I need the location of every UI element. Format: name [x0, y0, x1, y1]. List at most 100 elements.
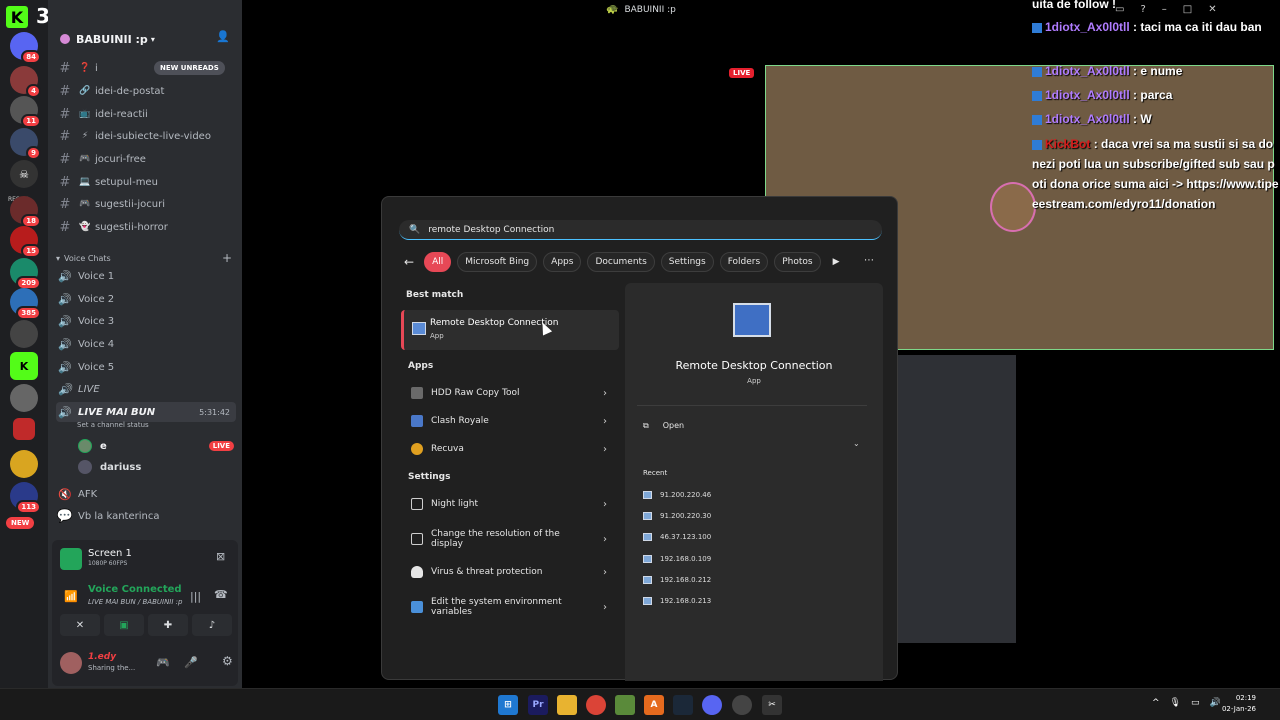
filter-documents[interactable]: Documents — [587, 252, 655, 272]
voice-member[interactable]: dariuss — [78, 457, 236, 477]
settings-result[interactable]: Edit the system environment variables › — [403, 593, 617, 621]
camera-off-icon[interactable]: ✕ — [60, 614, 100, 636]
recent-item[interactable]: 91.200.220.30 — [643, 512, 711, 520]
server-icon[interactable]: 209 — [10, 258, 41, 290]
voice-channel-item[interactable]: 🔊 Voice 4 — [56, 334, 236, 354]
filter-folders[interactable]: Folders — [719, 252, 769, 272]
microphone-icon[interactable]: 🎤 — [184, 656, 198, 669]
tray-chevron-icon[interactable]: ^ — [1152, 698, 1160, 708]
server-icon[interactable]: 385 — [10, 288, 41, 320]
voice-channel-item[interactable]: 🔊 Voice 5 — [56, 357, 236, 377]
soundboard-icon[interactable]: ♪ — [192, 614, 232, 636]
app-icon[interactable]: A — [644, 695, 664, 715]
settings-result[interactable]: Virus & threat protection › — [403, 558, 617, 586]
folder-icon[interactable] — [13, 418, 35, 440]
avatar[interactable] — [60, 652, 82, 674]
filter-all[interactable]: All — [424, 252, 452, 272]
screen-share-button[interactable]: ▣ — [104, 614, 144, 636]
chevron-down-icon[interactable]: ⌄ — [853, 439, 860, 448]
live-badge: LIVE — [208, 441, 234, 451]
settings-result[interactable]: Night light › — [403, 490, 617, 518]
minecraft-icon[interactable] — [615, 695, 635, 715]
channel-item[interactable]: # ⚡ idei-subiecte-live-video — [56, 126, 236, 146]
server-icon[interactable] — [10, 450, 38, 478]
add-member-icon[interactable]: 👤 — [216, 30, 230, 43]
skull-server-icon[interactable]: ☠ — [10, 160, 38, 188]
monitor-icon — [411, 533, 423, 545]
voice-channel-item[interactable]: 🔊 LIVE — [56, 379, 236, 399]
channel-item[interactable]: # 🎮 jocuri-free — [56, 149, 236, 169]
chevron-right-icon: › — [603, 566, 607, 578]
network-icon[interactable]: ▭ — [1191, 698, 1200, 708]
voice-location[interactable]: LIVE MAI BUN / BABUINII :p — [88, 598, 182, 606]
channel-item[interactable]: # 💻 setupul-meu — [56, 172, 236, 192]
filter-photos[interactable]: Photos — [774, 252, 821, 272]
disconnect-icon[interactable]: ☎ — [214, 588, 228, 601]
server-icon[interactable]: 18 — [10, 196, 41, 228]
app-result[interactable]: Clash Royale › — [403, 407, 617, 435]
channel-item[interactable]: # 🎮 sugestii-jocuri — [56, 194, 236, 214]
channel-item[interactable]: # 📺 idei-reactii — [56, 104, 236, 124]
voice-member[interactable]: e LIVE — [78, 436, 236, 456]
recent-item[interactable]: 46.37.123.100 — [643, 533, 711, 541]
open-action[interactable]: ⧉ Open — [643, 421, 684, 431]
server-icon[interactable]: 113 — [10, 482, 41, 514]
server-header[interactable]: BABUINII :p ▾ — [48, 26, 242, 52]
start-windows-icon[interactable]: ⊞ — [498, 695, 518, 715]
search-input[interactable]: 🔍 remote Desktop Connection — [399, 220, 882, 240]
server-icon[interactable]: 84 — [10, 32, 41, 64]
taskbar-clock[interactable]: 02:19 02-Jan-26 — [1222, 693, 1256, 715]
app-result[interactable]: Recuva › — [403, 435, 617, 463]
new-badge[interactable]: NEW — [6, 517, 35, 529]
obs-icon[interactable] — [732, 695, 752, 715]
avatar — [78, 460, 92, 474]
noise-icon[interactable]: ||| — [190, 590, 201, 603]
microphone-icon[interactable]: 🎙 — [1170, 698, 1181, 708]
premiere-pro-icon[interactable]: Pr — [528, 695, 548, 715]
steam-icon[interactable] — [673, 695, 693, 715]
filter-apps[interactable]: Apps — [543, 252, 582, 272]
recent-item[interactable]: 192.168.0.109 — [643, 555, 711, 563]
voice-category-header[interactable]: ▾ Voice Chats + — [56, 248, 236, 268]
app-result[interactable]: HDD Raw Copy Tool › — [403, 379, 617, 407]
voice-channel-item[interactable]: 🔊 Voice 3 — [56, 311, 236, 331]
channel-status[interactable]: Set a channel status — [77, 421, 149, 429]
server-icon[interactable]: 9 — [10, 128, 41, 160]
voice-channel-active[interactable]: 🔊 LIVE MAI BUN 5:31:42 — [56, 402, 236, 422]
back-arrow-icon[interactable]: ← — [404, 255, 414, 269]
capcut-icon[interactable]: ✂ — [762, 695, 782, 715]
new-unreads-pill[interactable]: NEW UNREADS — [154, 61, 225, 75]
server-icon[interactable]: 11 — [10, 96, 41, 128]
server-icon[interactable] — [10, 320, 38, 348]
voice-channel-item[interactable]: 🔇 AFK — [56, 484, 236, 504]
server-icon[interactable] — [10, 384, 38, 412]
server-icon[interactable]: 15 — [10, 226, 41, 258]
hash-icon: # — [59, 196, 71, 212]
recent-item[interactable]: 91.200.220.46 — [643, 491, 711, 499]
voice-channel-item[interactable]: 🔊 Voice 1 — [56, 266, 236, 286]
volume-icon[interactable]: 🔊 — [1210, 698, 1221, 708]
best-match-item[interactable]: Remote Desktop Connection App — [401, 310, 619, 350]
settings-result[interactable]: Change the resolution of the display › — [403, 525, 617, 553]
chrome-icon[interactable] — [586, 695, 606, 715]
server-icon[interactable]: 4 — [10, 66, 41, 98]
gamepad-icon[interactable]: 🎮 — [156, 656, 170, 669]
channel-item[interactable]: 💬 Vb la kanterinca — [56, 506, 236, 526]
kick-server-icon[interactable]: K — [10, 352, 38, 380]
voice-channel-item[interactable]: 🔊 Voice 2 — [56, 289, 236, 309]
filter-settings[interactable]: Settings — [660, 252, 714, 272]
more-options-icon[interactable]: ⋯ — [864, 255, 874, 266]
gear-icon[interactable]: ⚙ — [222, 654, 233, 668]
add-channel-icon[interactable]: + — [222, 251, 232, 265]
more-filters-icon[interactable]: ▶ — [833, 257, 840, 267]
recent-item[interactable]: 192.168.0.212 — [643, 576, 711, 584]
filter-bing[interactable]: Microsoft Bing — [457, 252, 538, 272]
stop-stream-icon[interactable]: ⊠ — [216, 550, 225, 563]
channel-item[interactable]: # 🔗 idei-de-postat — [56, 81, 236, 101]
activities-icon[interactable]: ✚ — [148, 614, 188, 636]
discord-icon[interactable] — [702, 695, 722, 715]
recent-item[interactable]: 192.168.0.213 — [643, 597, 711, 605]
file-explorer-icon[interactable] — [557, 695, 577, 715]
channel-item[interactable]: # 👻 sugestii-horror — [56, 217, 236, 237]
voice-status[interactable]: Voice Connected — [88, 584, 182, 595]
